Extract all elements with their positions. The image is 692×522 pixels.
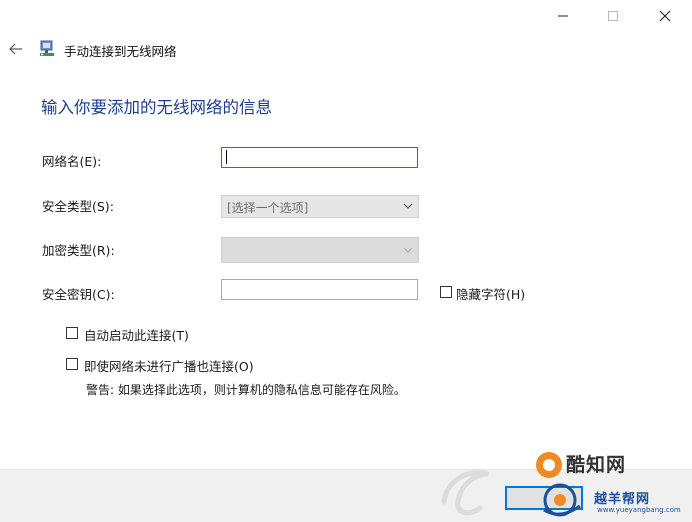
security-type-select[interactable]: [选择一个选项] — [221, 195, 419, 218]
privacy-warning: 警告: 如果选择此选项，则计算机的隐私信息可能存在风险。 — [86, 383, 406, 397]
maximize-button — [590, 0, 636, 32]
network-name-input[interactable] — [221, 147, 418, 168]
close-button[interactable] — [642, 0, 688, 32]
watermark-swirl-icon — [441, 470, 489, 516]
text-caret — [226, 150, 227, 164]
page-heading: 输入你要添加的无线网络的信息 — [41, 98, 272, 117]
network-name-label: 网络名(E): — [42, 154, 102, 169]
network-wizard-icon — [38, 40, 56, 58]
maximize-icon — [608, 11, 618, 21]
watermark-logo-icon — [536, 452, 562, 478]
minimize-button[interactable] — [540, 0, 586, 32]
watermark-site-url: www.yueyangbang.com — [597, 506, 681, 514]
back-arrow-icon — [9, 43, 22, 55]
encryption-type-label: 加密类型(R): — [42, 243, 115, 258]
security-key-label: 安全密钥(C): — [42, 287, 115, 302]
chevron-down-icon — [403, 247, 413, 253]
close-icon — [659, 10, 671, 22]
back-button[interactable] — [0, 36, 32, 62]
hide-chars-checkbox[interactable] — [440, 286, 452, 298]
security-type-selected: [选择一个选项] — [227, 201, 309, 215]
minimize-icon — [558, 15, 568, 17]
chevron-down-icon — [403, 203, 413, 209]
auto-connect-label: 自动启动此连接(T) — [84, 328, 189, 343]
watermark-brand: 酷知网 — [566, 454, 627, 476]
hide-chars-label: 隐藏字符(H) — [456, 287, 526, 302]
watermark-site-logo-icon — [543, 483, 581, 517]
security-type-label: 安全类型(S): — [42, 199, 114, 214]
watermark-site-name: 越羊帮网 — [594, 492, 651, 507]
encryption-type-select — [221, 237, 419, 263]
security-key-input[interactable] — [221, 279, 418, 300]
window-title: 手动连接到无线网络 — [64, 44, 177, 59]
auto-connect-checkbox[interactable] — [66, 327, 78, 339]
connect-hidden-label: 即使网络未进行广播也连接(O) — [84, 359, 254, 374]
connect-hidden-checkbox[interactable] — [66, 358, 78, 370]
